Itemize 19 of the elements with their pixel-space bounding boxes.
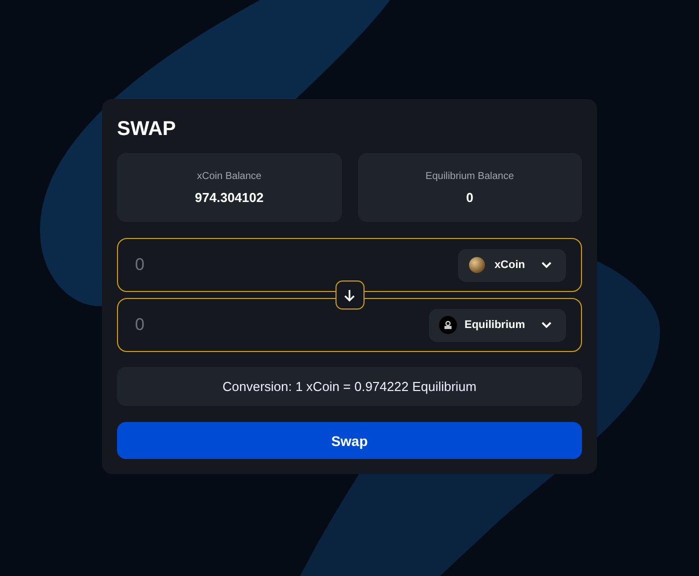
swap-title: SWAP [117,118,177,141]
coin-icon [468,256,486,274]
arrow-down-icon [342,288,356,302]
chevron-down-icon [541,261,552,269]
amount-input-box[interactable]: 0 Equilibrium [117,298,582,352]
balance-label: xCoin Balance [197,170,262,182]
chevron-down-icon [541,321,552,329]
token-selector[interactable]: Equilibrium [428,308,566,342]
token-selector[interactable]: xCoin [458,248,566,282]
swap-direction-button[interactable] [335,280,364,310]
token-icon [438,316,456,334]
amount-field[interactable]: 0 [133,314,428,336]
balance-value: 0 [466,190,474,204]
conversion-rate: Conversion: 1 xCoin = 0.974222 Equilibrium [117,367,582,406]
balance-label: Equilibrium Balance [426,170,514,182]
amount-field[interactable]: 0 [133,254,458,276]
amount-input-box[interactable]: 0 xCoin [117,238,582,292]
swap-button[interactable]: Swap [117,422,582,459]
balance-value: 974.304102 [194,190,264,204]
